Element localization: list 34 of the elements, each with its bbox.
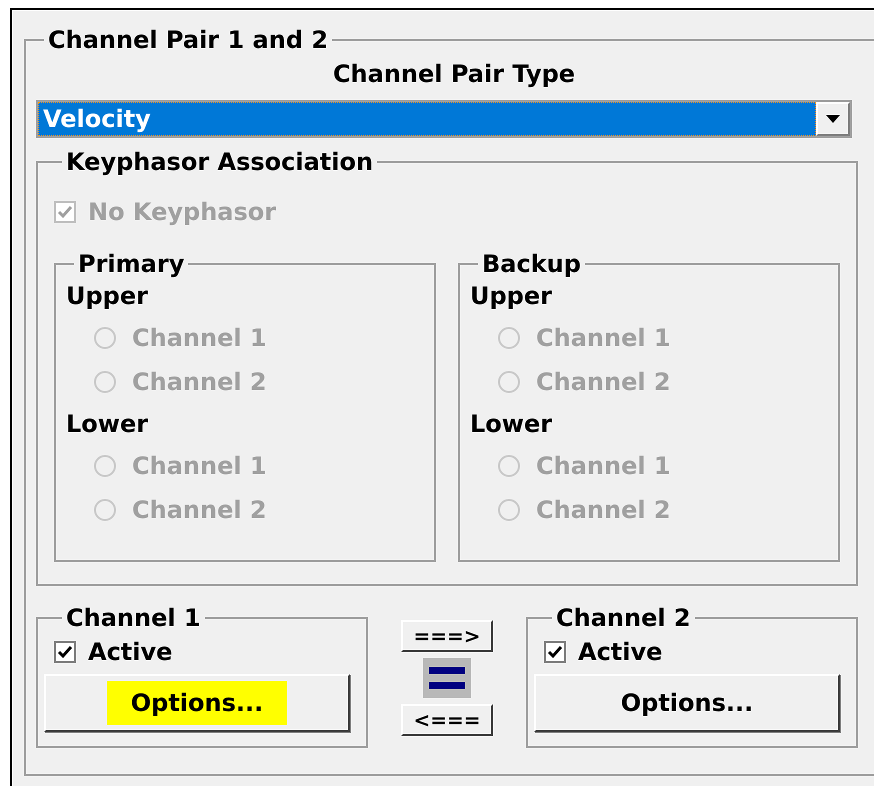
checkbox-label: Active: [578, 637, 662, 668]
radio-label: Channel 1: [536, 323, 671, 354]
section-label: Lower: [66, 409, 150, 440]
radio-label: Channel 2: [536, 495, 671, 526]
radio-label: Channel 2: [132, 495, 267, 526]
checkbox[interactable]: [544, 641, 566, 663]
radio-label: Channel 2: [132, 367, 267, 398]
group-title: Backup: [481, 252, 582, 276]
check-icon: [57, 644, 73, 660]
copy-left-button[interactable]: <===: [401, 704, 493, 736]
group-title: Channel Pair 1 and 2: [47, 28, 330, 52]
radio-label: Channel 1: [132, 451, 267, 482]
section-label: Upper: [470, 281, 553, 312]
radio-label: Channel 2: [536, 367, 671, 398]
field-label: Channel Pair Type: [332, 59, 576, 90]
options-button[interactable]: Options...: [44, 674, 350, 732]
group-title: Keyphasor Association: [65, 150, 374, 174]
check-icon: [57, 204, 73, 220]
check-icon: [547, 644, 563, 660]
equals-icon: [423, 658, 471, 698]
caret-icon: [826, 115, 840, 123]
radio-label: Channel 1: [132, 323, 267, 354]
checkbox-label: Active: [88, 637, 172, 668]
checkbox[interactable]: [54, 641, 76, 663]
checkbox-label: No Keyphasor: [88, 197, 276, 228]
copy-right-button[interactable]: ===>: [401, 620, 493, 652]
section-label: Lower: [470, 409, 554, 440]
section-label: Upper: [66, 281, 149, 312]
options-button[interactable]: Options...: [534, 674, 840, 732]
radio-label: Channel 1: [536, 451, 671, 482]
dropdown-arrow-button[interactable]: [816, 102, 850, 136]
group-title: Channel 1: [65, 606, 202, 630]
group-title: Primary: [77, 252, 186, 276]
group-title: Channel 2: [555, 606, 692, 630]
